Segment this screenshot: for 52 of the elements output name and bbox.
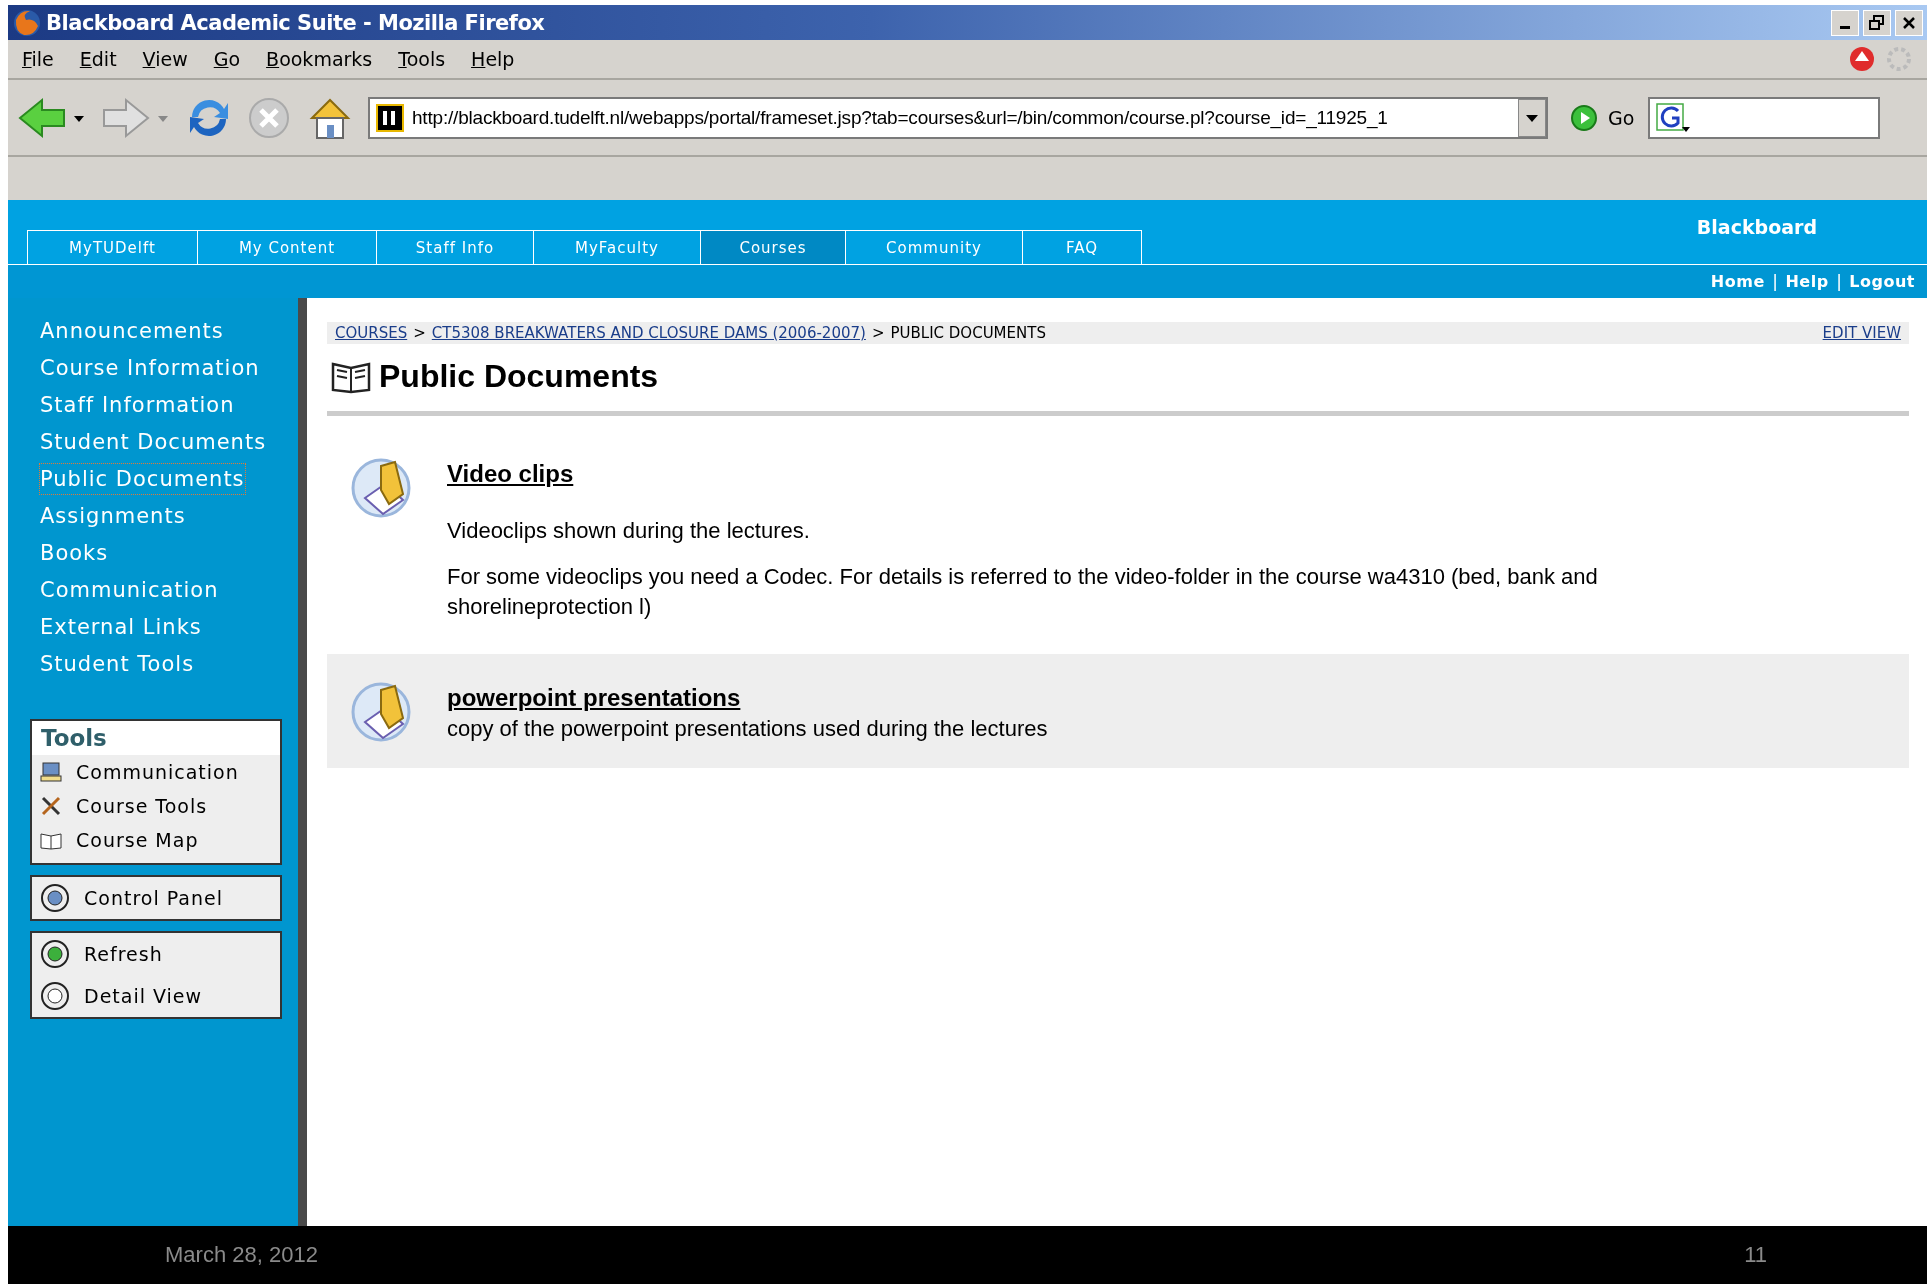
page-title: Public Documents <box>379 358 659 395</box>
breadcrumb-separator: > <box>871 324 885 342</box>
slide-number: 11 <box>1744 1242 1767 1268</box>
menu-item[interactable]: Go <box>213 48 241 70</box>
item-title-link[interactable]: powerpoint presentations <box>447 684 741 712</box>
tool-link[interactable]: Course Tools <box>32 789 280 823</box>
action-link[interactable]: Detail View <box>32 975 280 1017</box>
tool-link[interactable]: Communication <box>32 755 280 789</box>
breadcrumb-link[interactable]: COURSES <box>335 324 408 342</box>
address-field[interactable]: http://blackboard.tudelft.nl/webapps/portal/frameset.jsp?tab=courses&url=/bin/common/course.pl?course_id=_11925_1 <box>368 96 1548 139</box>
item-description: Videoclips shown during the lectures. <box>447 517 811 545</box>
loading-icon <box>1885 45 1913 73</box>
item-description: copy of the powerpoint presentations used during the lectures <box>447 715 1048 743</box>
url-text: http://blackboard.tudelft.nl/webapps/portal/frameset.jsp?tab=courses&url=/bin/common/course.pl?course_id=_11925_1 <box>412 106 1389 129</box>
item-description: For some videoclips you need a Codec. For details is referred to the video-folder in the course wa4310 (bed, bank and shorelineprotection l) <box>447 563 1599 621</box>
nav-tab[interactable]: Courses <box>701 231 846 264</box>
close-icon <box>1902 15 1916 30</box>
item-title-link[interactable]: Video clips <box>447 460 574 488</box>
dropdown-button[interactable] <box>1518 98 1546 137</box>
separator: | <box>1772 271 1778 292</box>
alert-icon <box>1849 46 1875 72</box>
caret-icon <box>1525 112 1539 123</box>
menu-item[interactable]: File <box>22 48 54 70</box>
menu-item[interactable]: View <box>142 48 188 70</box>
menu-item[interactable]: Bookmarks <box>266 48 373 70</box>
menu-item[interactable]: Edit <box>79 48 117 70</box>
go-button[interactable]: Go <box>1570 103 1635 132</box>
search-engine-icon <box>1656 102 1691 133</box>
play-icon <box>1570 103 1598 132</box>
search-field[interactable] <box>1648 96 1881 139</box>
menu-item[interactable]: Help <box>471 48 515 70</box>
edit-view-link[interactable]: EDIT VIEW <box>1822 324 1901 342</box>
separator: | <box>1836 271 1842 292</box>
tool-link[interactable]: Course Map <box>32 823 280 857</box>
browser-logo-icon <box>12 7 42 38</box>
restore-button[interactable] <box>1863 9 1891 36</box>
breadcrumb-link[interactable]: CT5308 BREAKWATERS AND CLOSURE DAMS (2006-2007) <box>431 324 866 342</box>
minimize-button[interactable] <box>1831 9 1859 36</box>
menu-item[interactable]: Tools <box>398 48 446 70</box>
breadcrumb-current: PUBLIC DOCUMENTS <box>890 324 1046 342</box>
control-panel-link[interactable]: Control Panel <box>32 877 280 919</box>
window-title: Blackboard Academic Suite - Mozilla Firefox <box>46 10 546 35</box>
site-icon <box>376 103 404 132</box>
panel-title: Tools <box>32 721 280 755</box>
close-button[interactable] <box>1895 9 1923 36</box>
brand-name: Blackboard <box>1696 216 1817 238</box>
minimize-icon <box>1840 26 1850 29</box>
slide-date: March 28, 2012 <box>165 1242 318 1268</box>
restore-icon <box>1869 14 1885 31</box>
breadcrumb-separator: > <box>413 324 426 342</box>
tools-icon <box>40 795 62 817</box>
action-link[interactable]: Refresh <box>32 933 280 975</box>
